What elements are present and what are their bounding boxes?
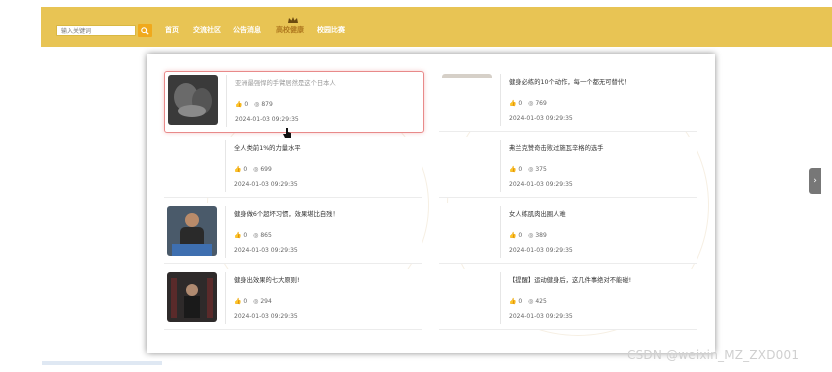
article-title[interactable]: 健身出效果的七大原则! (234, 275, 300, 284)
search-input[interactable]: 输入关键词 (56, 25, 136, 36)
divider (225, 272, 226, 324)
view-count: 389 (535, 232, 547, 239)
article-stats: 👍 0 ◎ 699 (234, 166, 272, 173)
list-item[interactable]: 健身做6个超坏习惯，效果堪比自残！ 👍 0 ◎ 865 2024-01-03 0… (164, 203, 422, 264)
eye-icon: ◎ (254, 101, 260, 108)
article-date: 2024-01-03 09:29:35 (509, 115, 573, 122)
list-item[interactable]: 弗兰克赞奇击败过施瓦辛格的选手 👍 0 ◎ 375 2024-01-03 09:… (439, 137, 697, 198)
like-count: 0 (518, 166, 523, 173)
eye-icon: ◎ (528, 298, 534, 305)
divider (226, 75, 227, 127)
like-count: 0 (244, 101, 249, 108)
nav-community[interactable]: 交流社区 (193, 25, 221, 35)
divider (500, 140, 501, 192)
eye-icon: ◎ (253, 232, 259, 239)
like-icon: 👍 (509, 298, 517, 305)
eye-icon: ◎ (253, 166, 259, 173)
article-title[interactable]: 全人类前1%的力量水平 (234, 143, 301, 152)
bottom-strip (42, 361, 162, 365)
view-count: 425 (535, 298, 547, 305)
like-icon: 👍 (509, 232, 517, 239)
nav-campus-health[interactable]: 高校健康 (276, 25, 304, 35)
like-icon: 👍 (509, 166, 517, 173)
article-title[interactable]: 健身必练的10个动作，每一个都无可替代！ (509, 77, 630, 86)
like-count: 0 (243, 298, 248, 305)
like-icon: 👍 (234, 232, 242, 239)
view-count: 375 (535, 166, 547, 173)
article-thumbnail (442, 74, 492, 124)
like-icon: 👍 (234, 166, 242, 173)
article-title[interactable]: 女人练肌肉出圈人难 (509, 209, 566, 218)
article-thumbnail (167, 206, 217, 256)
eye-icon: ◎ (253, 298, 259, 305)
crown-icon (288, 17, 298, 23)
article-date: 2024-01-03 09:29:35 (509, 247, 573, 254)
article-title[interactable]: 健身做6个超坏习惯，效果堪比自残！ (234, 209, 339, 218)
nav-campus-competition[interactable]: 校园比赛 (317, 25, 345, 35)
article-title[interactable]: 【提醒】运动健身后，这几件事绝对不能碰! (509, 275, 631, 284)
view-count: 879 (261, 101, 273, 108)
article-date: 2024-01-03 09:29:35 (509, 313, 573, 320)
article-date: 2024-01-03 09:29:35 (509, 181, 573, 188)
article-stats: 👍 0 ◎ 425 (509, 298, 547, 305)
article-stats: 👍 0 ◎ 769 (509, 100, 547, 107)
article-stats: 👍 0 ◎ 879 (235, 101, 273, 108)
cursor-hand-icon (283, 128, 291, 138)
view-count: 769 (535, 100, 547, 107)
article-stats: 👍 0 ◎ 375 (509, 166, 547, 173)
eye-icon: ◎ (528, 166, 534, 173)
articles-panel: 亚洲最强悍的手臂居然是这个日本人 👍 0 ◎ 879 2024-01-03 09… (147, 54, 715, 353)
divider (225, 140, 226, 192)
article-thumbnail (167, 272, 217, 322)
like-count: 0 (518, 232, 523, 239)
nav-announcements[interactable]: 公告消息 (233, 25, 261, 35)
like-count: 0 (518, 100, 523, 107)
chevron-right-icon: › (813, 176, 817, 186)
search-icon (141, 26, 149, 35)
list-item[interactable]: 【提醒】运动健身后，这几件事绝对不能碰! 👍 0 ◎ 425 2024-01-0… (439, 269, 697, 330)
eye-icon: ◎ (528, 232, 534, 239)
like-count: 0 (243, 232, 248, 239)
like-icon: 👍 (235, 101, 243, 108)
article-date: 2024-01-03 09:29:35 (234, 313, 298, 320)
divider (500, 74, 501, 126)
divider (500, 206, 501, 258)
view-count: 699 (260, 166, 272, 173)
view-count: 294 (260, 298, 272, 305)
article-thumbnail (168, 75, 218, 125)
article-title[interactable]: 亚洲最强悍的手臂居然是这个日本人 (235, 78, 336, 87)
article-stats: 👍 0 ◎ 865 (234, 232, 272, 239)
like-icon: 👍 (509, 100, 517, 107)
list-item[interactable]: 女人练肌肉出圈人难 👍 0 ◎ 389 2024-01-03 09:29:35 (439, 203, 697, 264)
divider (225, 206, 226, 258)
like-icon: 👍 (234, 298, 242, 305)
watermark: CSDN @weixin_MZ_ZXD001 (627, 348, 800, 362)
like-count: 0 (243, 166, 248, 173)
list-item[interactable]: 全人类前1%的力量水平 👍 0 ◎ 699 2024-01-03 09:29:3… (164, 137, 422, 198)
article-date: 2024-01-03 09:29:35 (234, 181, 298, 188)
search-button[interactable] (138, 24, 152, 37)
next-arrow-button[interactable]: › (809, 168, 821, 194)
article-stats: 👍 0 ◎ 294 (234, 298, 272, 305)
view-count: 865 (260, 232, 272, 239)
article-date: 2024-01-03 09:29:35 (235, 116, 299, 123)
top-nav-bar: 输入关键词 首页 交流社区 公告消息 高校健康 校园比赛 (41, 7, 832, 47)
article-date: 2024-01-03 09:29:35 (234, 247, 298, 254)
eye-icon: ◎ (528, 100, 534, 107)
divider (500, 272, 501, 324)
list-item[interactable]: 健身必练的10个动作，每一个都无可替代！ 👍 0 ◎ 769 2024-01-0… (439, 71, 697, 132)
nav-home[interactable]: 首页 (165, 25, 179, 35)
list-item[interactable]: 健身出效果的七大原则! 👍 0 ◎ 294 2024-01-03 09:29:3… (164, 269, 422, 330)
like-count: 0 (518, 298, 523, 305)
article-stats: 👍 0 ◎ 389 (509, 232, 547, 239)
list-item[interactable]: 亚洲最强悍的手臂居然是这个日本人 👍 0 ◎ 879 2024-01-03 09… (164, 71, 424, 133)
article-title[interactable]: 弗兰克赞奇击败过施瓦辛格的选手 (509, 143, 603, 152)
